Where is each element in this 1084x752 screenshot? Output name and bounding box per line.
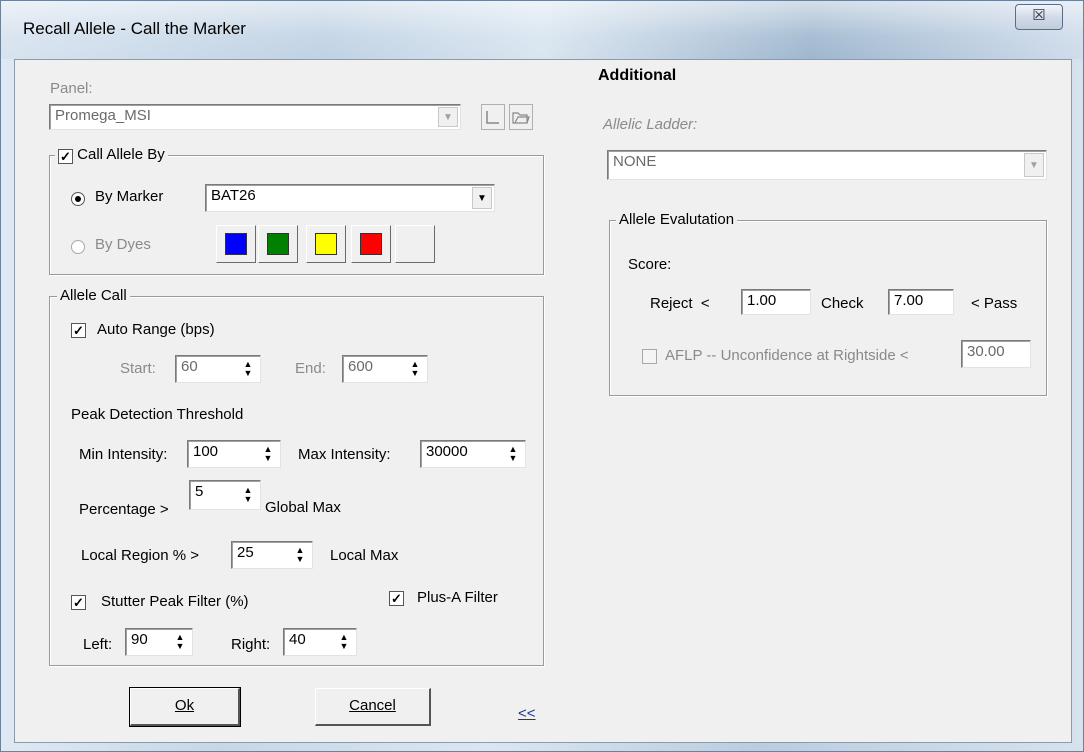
percentage-label: Percentage > — [79, 501, 169, 518]
allelic-ladder-value: NONE — [613, 153, 657, 170]
dialog-client-area: Panel: Promega_MSI ▼ ✓ Call Allele By By… — [14, 59, 1072, 743]
spin-arrows-icon[interactable]: ▲ ▼ — [503, 443, 523, 465]
spin-arrows-icon[interactable]: ▲ ▼ — [258, 443, 278, 465]
new-file-icon — [486, 111, 499, 124]
local-region-value: 25 — [237, 544, 254, 561]
percentage-spinbox[interactable]: 5 ▲ ▼ — [189, 480, 261, 510]
allelic-ladder-select[interactable]: NONE ▼ — [607, 150, 1047, 180]
window-title: Recall Allele - Call the Marker — [23, 19, 246, 38]
end-label: End: — [295, 360, 326, 377]
dialog-window: Recall Allele - Call the Marker ☒ Panel:… — [0, 0, 1084, 752]
stutter-filter-label: Stutter Peak Filter (%) — [101, 593, 249, 610]
aflp-checkbox[interactable] — [642, 349, 657, 364]
spin-arrows-icon[interactable]: ▲ ▼ — [405, 358, 425, 380]
allele-evaluation-caption: Allele Evalutation — [616, 211, 738, 228]
stutter-filter-checkbox[interactable]: ✓ — [71, 595, 86, 610]
by-dyes-label: By Dyes — [95, 236, 151, 253]
max-intensity-spinbox[interactable]: 30000 ▲ ▼ — [420, 440, 526, 468]
new-panel-button[interactable] — [481, 104, 505, 130]
panel-select[interactable]: Promega_MSI ▼ — [49, 104, 461, 130]
panel-label: Panel: — [50, 80, 93, 97]
min-intensity-spinbox[interactable]: 100 ▲ ▼ — [187, 440, 281, 468]
dye-swatch — [315, 233, 337, 255]
right-value: 40 — [289, 631, 306, 648]
check-value: 7.00 — [894, 292, 924, 309]
panel-value: Promega_MSI — [55, 107, 151, 124]
title-bar[interactable]: Recall Allele - Call the Marker ☒ — [1, 1, 1083, 59]
start-spinbox[interactable]: 60 ▲ ▼ — [175, 355, 261, 383]
open-panel-button[interactable] — [509, 104, 533, 130]
close-icon: ☒ — [1032, 7, 1046, 24]
auto-range-checkbox[interactable]: ✓ — [71, 323, 86, 338]
allelic-ladder-label: Allelic Ladder: — [603, 116, 698, 133]
right-label: Right: — [231, 636, 271, 653]
score-label: Score: — [628, 256, 672, 273]
dye-yellow-button[interactable] — [306, 225, 346, 263]
spin-arrows-icon[interactable]: ▲ ▼ — [170, 631, 190, 653]
reject-label: Reject < — [650, 295, 710, 312]
cancel-button[interactable]: Cancel — [315, 688, 431, 726]
dye-blue-button[interactable] — [216, 225, 256, 263]
plus-a-filter-checkbox[interactable]: ✓ — [389, 591, 404, 606]
reject-value: 1.00 — [747, 292, 777, 309]
close-button[interactable]: ☒ — [1015, 4, 1063, 30]
spin-arrows-icon[interactable]: ▲ ▼ — [334, 631, 354, 653]
allele-call-caption: Allele Call — [57, 287, 130, 304]
by-marker-radio[interactable] — [71, 192, 85, 206]
additional-heading: Additional — [598, 67, 677, 84]
chevron-down-icon[interactable]: ▼ — [472, 187, 492, 209]
min-intensity-value: 100 — [193, 443, 219, 460]
open-folder-icon — [512, 112, 530, 124]
call-allele-by-caption[interactable]: ✓ Call Allele By — [55, 146, 168, 164]
dye-red-button[interactable] — [351, 225, 391, 263]
max-intensity-value: 30000 — [426, 443, 468, 460]
dye-orange-button[interactable] — [395, 225, 435, 263]
start-value: 60 — [181, 358, 198, 375]
peak-threshold-label: Peak Detection Threshold — [71, 406, 244, 423]
global-max-label: Global Max — [265, 499, 341, 516]
plus-a-filter-label: Plus-A Filter — [417, 589, 498, 606]
cancel-label: Cancel — [349, 697, 396, 714]
left-spinbox[interactable]: 90 ▲ ▼ — [125, 628, 193, 656]
percentage-value: 5 — [195, 483, 204, 500]
chevron-down-icon[interactable]: ▼ — [1024, 153, 1044, 177]
spin-arrows-icon[interactable]: ▲ ▼ — [238, 358, 258, 380]
local-max-label: Local Max — [330, 547, 399, 564]
dye-swatch — [225, 233, 247, 255]
auto-range-label: Auto Range (bps) — [97, 321, 215, 338]
collapse-link[interactable]: << — [518, 705, 536, 722]
dye-swatch — [267, 233, 289, 255]
left-label: Left: — [83, 636, 113, 653]
ok-label: Ok — [174, 697, 195, 714]
dye-green-button[interactable] — [258, 225, 298, 263]
start-label: Start: — [120, 360, 156, 377]
spin-arrows-icon[interactable]: ▲ ▼ — [290, 544, 310, 566]
by-dyes-radio[interactable] — [71, 240, 85, 254]
marker-value: BAT26 — [211, 187, 256, 204]
by-marker-label: By Marker — [95, 188, 164, 205]
aflp-value: 30.00 — [967, 343, 1005, 360]
chevron-down-icon[interactable]: ▼ — [438, 107, 458, 127]
aflp-input[interactable]: 30.00 — [961, 340, 1031, 368]
end-spinbox[interactable]: 600 ▲ ▼ — [342, 355, 428, 383]
right-spinbox[interactable]: 40 ▲ ▼ — [283, 628, 357, 656]
local-region-label: Local Region % > — [81, 547, 199, 564]
check-input[interactable]: 7.00 — [888, 289, 954, 315]
ok-button[interactable]: Ok — [129, 687, 241, 727]
left-value: 90 — [131, 631, 148, 648]
max-intensity-label: Max Intensity: — [298, 446, 391, 463]
dye-swatch — [360, 233, 382, 255]
allele-call-group — [49, 296, 544, 666]
call-allele-by-checkbox[interactable]: ✓ — [58, 149, 73, 164]
marker-select[interactable]: BAT26 ▼ — [205, 184, 495, 212]
aflp-label: AFLP -- Unconfidence at Rightside < — [665, 347, 909, 364]
local-region-spinbox[interactable]: 25 ▲ ▼ — [231, 541, 313, 569]
spin-arrows-icon[interactable]: ▲ ▼ — [238, 483, 258, 507]
reject-input[interactable]: 1.00 — [741, 289, 811, 315]
end-value: 600 — [348, 358, 374, 375]
check-label: Check — [821, 295, 864, 312]
call-allele-by-label: Call Allele By — [77, 146, 165, 163]
min-intensity-label: Min Intensity: — [79, 446, 168, 463]
pass-label: < Pass — [971, 295, 1018, 312]
